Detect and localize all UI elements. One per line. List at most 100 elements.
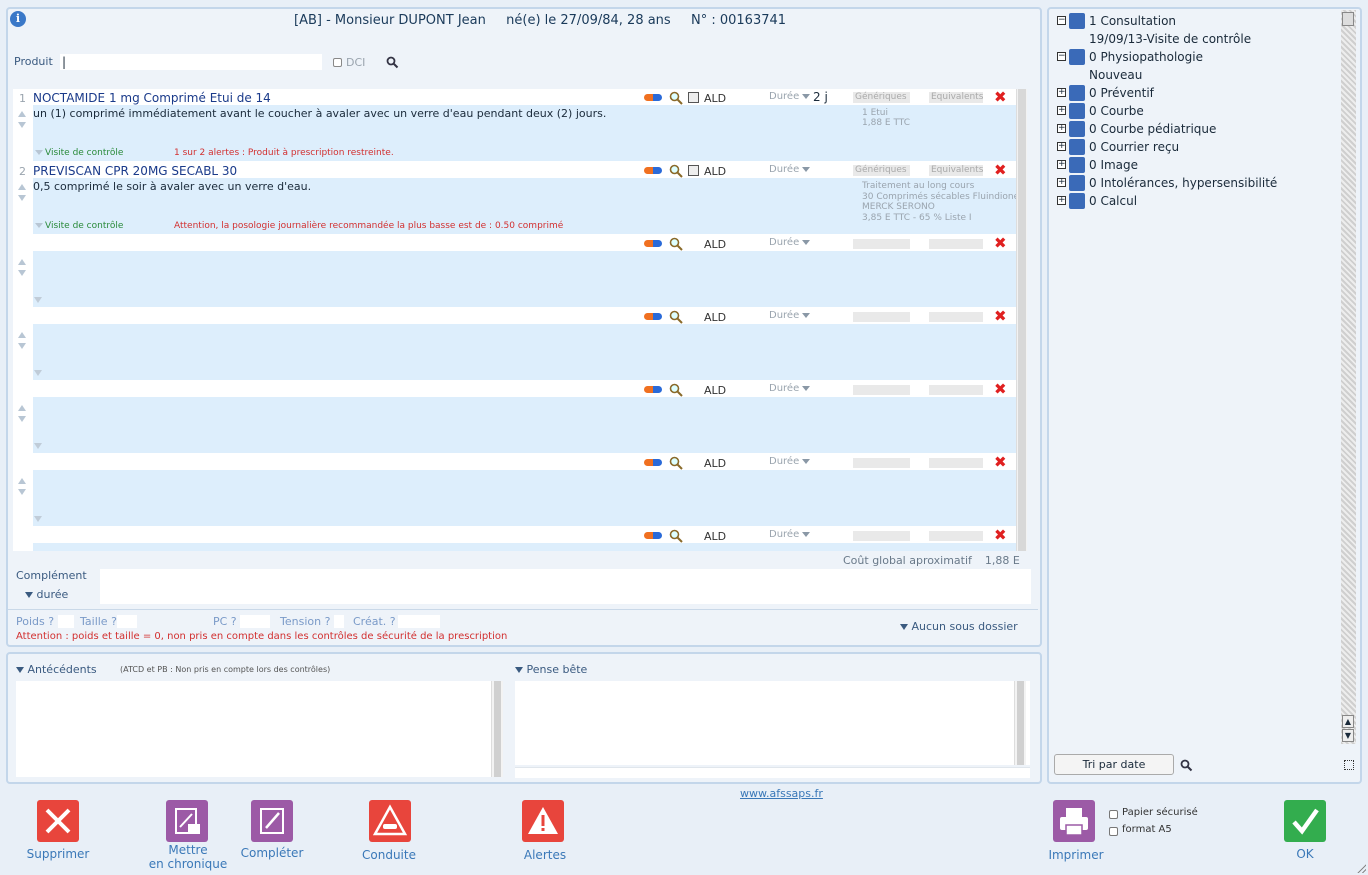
magnifier-icon[interactable] <box>669 310 683 324</box>
prescription-row[interactable]: 2 PREVISCAN CPR 20MG SECABL 30 0,5 compr… <box>13 162 1016 235</box>
equivalents-button[interactable] <box>929 312 983 322</box>
posology-area[interactable] <box>33 251 1016 307</box>
move-down-icon[interactable] <box>18 195 26 201</box>
delete-row-icon[interactable]: ✖ <box>994 163 1007 178</box>
tree-label[interactable]: 0 Intolérances, hypersensibilité <box>1089 174 1277 192</box>
height-input[interactable] <box>117 615 137 628</box>
weight-input[interactable] <box>58 615 74 628</box>
empty-prescription-row[interactable]: ALD Durée ✖ <box>13 308 1016 381</box>
ok-label[interactable]: OK <box>1265 847 1345 861</box>
empty-prescription-row[interactable]: ALD Durée ✖ <box>13 527 1016 551</box>
equivalents-button[interactable]: Equivalents <box>929 165 983 176</box>
move-up-icon[interactable] <box>18 184 26 190</box>
tree-label[interactable]: 1 Consultation <box>1089 12 1176 30</box>
generics-button[interactable] <box>853 312 910 322</box>
duration-dropdown[interactable]: Durée <box>769 310 811 321</box>
move-up-icon[interactable] <box>18 259 26 265</box>
duration-dropdown[interactable]: Durée <box>769 91 811 102</box>
equivalents-button[interactable] <box>929 531 983 541</box>
ald-checkbox[interactable] <box>688 165 699 176</box>
antecedents-scrollbar[interactable] <box>491 681 503 777</box>
tension-input[interactable] <box>334 615 344 628</box>
equivalents-button[interactable] <box>929 458 983 468</box>
tree-label[interactable]: 0 Courbe <box>1089 102 1144 120</box>
move-up-icon[interactable] <box>18 405 26 411</box>
magnifier-icon[interactable] <box>669 164 683 178</box>
visit-link[interactable]: Visite de contrôle <box>35 221 123 231</box>
expand-icon[interactable] <box>34 443 42 449</box>
posology-text[interactable]: 0,5 comprimé le soir à avaler avec un ve… <box>33 180 311 193</box>
collapse-icon[interactable]: − <box>1057 52 1066 61</box>
chronic-label[interactable]: Mettre en chronique <box>140 843 236 871</box>
empty-prescription-row[interactable]: ALD Durée ✖ <box>13 454 1016 527</box>
scroll-up-icon[interactable]: ▲ <box>1342 715 1354 728</box>
generics-button[interactable]: Génériques <box>853 92 910 103</box>
delete-row-icon[interactable]: ✖ <box>994 528 1007 543</box>
move-down-icon[interactable] <box>18 122 26 128</box>
expand-icon[interactable]: + <box>1057 196 1066 205</box>
posology-area[interactable] <box>33 397 1016 453</box>
delete-row-icon[interactable]: ✖ <box>994 90 1007 105</box>
delete-label[interactable]: Supprimer <box>18 847 98 861</box>
tree-label[interactable]: 0 Courrier reçu <box>1089 138 1179 156</box>
sort-by-date-button[interactable]: Tri par date <box>1054 754 1174 775</box>
delete-row-icon[interactable]: ✖ <box>994 455 1007 470</box>
expand-icon[interactable]: + <box>1057 160 1066 169</box>
pill-icon[interactable] <box>644 94 662 101</box>
tree-scrollbar[interactable]: ▲ ▼ <box>1341 10 1356 744</box>
posology-area[interactable] <box>33 470 1016 526</box>
expand-icon[interactable] <box>34 297 42 303</box>
visit-link[interactable]: Visite de contrôle <box>35 148 123 158</box>
duration-dropdown[interactable]: Durée <box>769 456 811 467</box>
empty-prescription-row[interactable]: ALD Durée ✖ <box>13 381 1016 454</box>
pill-icon[interactable] <box>644 386 662 393</box>
drug-name[interactable]: NOCTAMIDE 1 mg Comprimé Etui de 14 <box>33 91 271 105</box>
delete-row-icon[interactable]: ✖ <box>994 309 1007 324</box>
conduct-label[interactable]: Conduite <box>349 848 429 862</box>
alert-text[interactable]: 1 sur 2 alertes : Produit à prescription… <box>174 148 394 158</box>
prescription-row[interactable]: 1 NOCTAMIDE 1 mg Comprimé Etui de 14 un … <box>13 89 1016 162</box>
duration-toggle[interactable]: durée <box>25 588 68 601</box>
tree-label[interactable]: 0 Image <box>1089 156 1138 174</box>
magnifier-icon[interactable] <box>669 456 683 470</box>
pense-bete-scrollbar[interactable] <box>1014 681 1026 765</box>
product-search-input[interactable]: | <box>60 54 322 70</box>
expand-window-icon[interactable] <box>1344 760 1354 770</box>
creat-input[interactable] <box>398 615 440 628</box>
alerts-button[interactable] <box>522 800 564 842</box>
search-icon[interactable] <box>386 56 399 69</box>
duration-dropdown[interactable]: Durée <box>769 164 811 175</box>
complete-button[interactable] <box>251 800 293 842</box>
generics-button[interactable] <box>853 385 910 395</box>
tree-label[interactable]: 0 Physiopathologie <box>1089 48 1203 66</box>
tree-search-icon[interactable] <box>1180 759 1193 772</box>
scroll-thumb[interactable] <box>1342 12 1354 26</box>
duration-dropdown[interactable]: Durée <box>769 237 811 248</box>
duration-dropdown[interactable]: Durée <box>769 383 811 394</box>
scroll-down-icon[interactable]: ▼ <box>1342 729 1354 742</box>
alert-text[interactable]: Attention, la posologie journalière reco… <box>174 221 563 231</box>
generics-button[interactable] <box>853 531 910 541</box>
equivalents-button[interactable] <box>929 385 983 395</box>
pill-icon[interactable] <box>644 167 662 174</box>
website-link[interactable]: www.afssaps.fr <box>740 787 823 800</box>
pense-bete-toggle[interactable]: Pense bête <box>515 663 587 676</box>
list-scrollbar[interactable] <box>1016 89 1027 551</box>
expand-icon[interactable]: + <box>1057 106 1066 115</box>
delete-row-icon[interactable]: ✖ <box>994 236 1007 251</box>
posology-area[interactable] <box>33 543 1016 551</box>
expand-icon[interactable]: + <box>1057 88 1066 97</box>
posology-text[interactable]: un (1) comprimé immédiatement avant le c… <box>33 107 606 120</box>
ok-button[interactable] <box>1284 800 1326 842</box>
move-up-icon[interactable] <box>18 332 26 338</box>
move-down-icon[interactable] <box>18 489 26 495</box>
tree-label[interactable]: 0 Préventif <box>1089 84 1154 102</box>
generics-button[interactable] <box>853 458 910 468</box>
chronic-button[interactable] <box>166 800 208 842</box>
magnifier-icon[interactable] <box>669 237 683 251</box>
print-label[interactable]: Imprimer <box>1036 848 1116 862</box>
magnifier-icon[interactable] <box>669 383 683 397</box>
expand-icon[interactable] <box>34 370 42 376</box>
antecedents-textarea[interactable] <box>16 681 503 777</box>
antecedents-toggle[interactable]: Antécédents <box>16 663 97 676</box>
